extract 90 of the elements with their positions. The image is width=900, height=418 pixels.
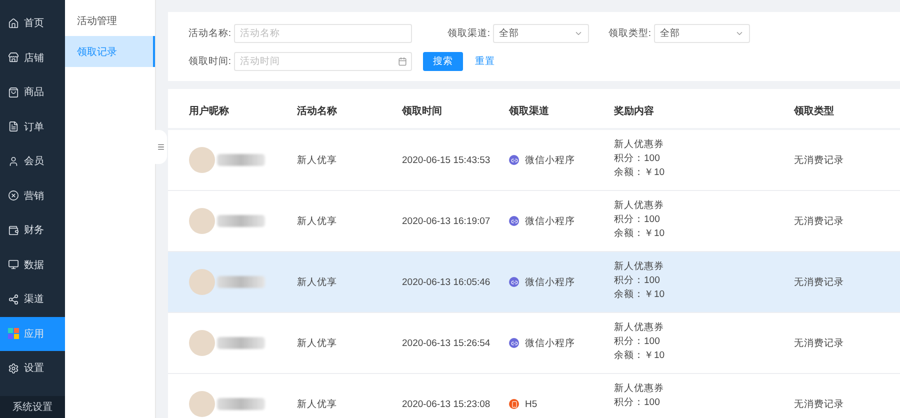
user-icon xyxy=(8,156,19,167)
blurred-name xyxy=(217,215,265,227)
reward-line: 余额：￥10 xyxy=(614,288,666,302)
type-cell-text: 无消费记录 xyxy=(794,336,845,350)
activity-cell-text: 新人优享 xyxy=(297,154,338,166)
channel-cell: 微信小程序 xyxy=(525,336,575,350)
avatar-placeholder xyxy=(189,147,215,173)
chevron-down-icon xyxy=(735,29,744,38)
type-cell-text: 无消费记录 xyxy=(794,276,845,288)
avatar-placeholder xyxy=(189,391,215,417)
channel-select[interactable]: 全部 xyxy=(493,24,589,43)
reward-line: 余额：￥10 xyxy=(614,349,666,363)
mini-program-icon xyxy=(509,277,519,287)
date-input[interactable]: 活动时间 xyxy=(234,52,412,71)
nav-item[interactable]: 设置 xyxy=(0,351,65,386)
nav-item[interactable]: 商品 xyxy=(0,75,65,110)
channel-cell: H5 xyxy=(525,398,538,410)
time-cell-text: 2020-06-13 16:05:46 xyxy=(402,276,492,288)
settings-icon xyxy=(8,362,19,374)
type-select[interactable]: 全部 xyxy=(654,24,750,43)
time-cell-text: 2020-06-13 16:19:07 xyxy=(402,216,492,226)
store-icon xyxy=(8,52,19,64)
mini-program-icon xyxy=(509,338,519,348)
time-cell-text: 2020-06-13 15:26:54 xyxy=(402,338,492,348)
blurred-name xyxy=(217,398,265,410)
column-header: 活动名称 xyxy=(297,104,338,118)
reward-line: 积分：100 xyxy=(614,274,661,288)
reward-line: 新人优惠券 xyxy=(614,382,665,396)
reward-line: 新人优惠券 xyxy=(614,138,665,152)
menu-icon xyxy=(157,143,165,151)
column-header: 奖励内容 xyxy=(614,104,655,118)
nav-item[interactable]: 订单 xyxy=(0,110,65,144)
avatar-placeholder xyxy=(189,269,215,295)
reward-line: 积分：100 xyxy=(614,213,661,227)
collapse-handle[interactable] xyxy=(155,130,167,164)
blurred-name xyxy=(217,154,265,166)
activity-cell-text: 新人优享 xyxy=(297,336,338,350)
circle-icon xyxy=(8,190,19,202)
blurred-name xyxy=(217,276,265,288)
reward-line: 新人优惠券 xyxy=(614,321,665,335)
column-header: 领取渠道 xyxy=(509,104,550,118)
reward-line: 新人优惠券 xyxy=(614,260,665,274)
nav-item[interactable]: 营销 xyxy=(0,178,65,213)
reward-line: 余额：￥10 xyxy=(614,227,666,241)
avatar-placeholder xyxy=(189,208,215,234)
nav-item[interactable]: 财务 xyxy=(0,213,65,248)
type-cell-text: 无消费记录 xyxy=(794,214,845,228)
field-label: 领取时间: xyxy=(187,55,231,68)
channel-cell: 微信小程序 xyxy=(525,154,575,166)
blurred-name xyxy=(217,337,265,349)
column-header: 领取类型 xyxy=(794,104,835,118)
channel-cell: 微信小程序 xyxy=(525,214,575,228)
field-label: 活动名称: xyxy=(187,27,231,40)
reward-line: 积分：100 xyxy=(614,335,661,349)
system-settings-link[interactable]: 系统设置 xyxy=(0,396,65,418)
activity-name-input[interactable]: 活动名称 xyxy=(234,24,412,43)
activity-cell-text: 新人优享 xyxy=(297,214,338,228)
apps-grid-icon xyxy=(8,328,19,340)
type-cell-text: 无消费记录 xyxy=(794,154,845,166)
reward-line: 积分：100 xyxy=(614,396,661,410)
reward-line: 余额：￥10 xyxy=(614,166,666,180)
type-cell-text: 无消费记录 xyxy=(794,398,845,410)
column-header: 领取时间 xyxy=(402,104,443,118)
nav-item[interactable]: 数据 xyxy=(0,248,65,282)
calendar-icon xyxy=(398,57,407,66)
reward-line: 积分：100 xyxy=(614,152,661,166)
time-cell-text: 2020-06-15 15:43:53 xyxy=(402,154,492,166)
time-cell-text: 2020-06-13 15:23:08 xyxy=(402,398,492,410)
monitor-icon xyxy=(8,259,19,270)
field-label: 领取渠道: xyxy=(446,27,490,40)
document-icon xyxy=(8,121,19,132)
phone-icon xyxy=(509,399,519,409)
bag-icon xyxy=(8,86,19,98)
chevron-down-icon xyxy=(574,29,583,38)
mini-program-icon xyxy=(509,155,519,165)
nav-item[interactable]: 店铺 xyxy=(0,40,65,75)
home-icon xyxy=(8,18,19,29)
nav-item[interactable]: 会员 xyxy=(0,144,65,178)
nav-item[interactable]: 首页 xyxy=(0,6,65,40)
reward-line: 新人优惠券 xyxy=(614,199,665,213)
share-icon xyxy=(8,294,19,305)
wallet-icon xyxy=(8,224,19,236)
mini-program-icon xyxy=(509,216,519,226)
channel-cell: 微信小程序 xyxy=(525,276,575,288)
field-label: 领取类型: xyxy=(607,27,651,40)
column-header: 用户昵称 xyxy=(189,104,230,118)
activity-cell-text: 新人优享 xyxy=(297,398,338,410)
nav-item[interactable]: 渠道 xyxy=(0,282,65,316)
activity-cell-text: 新人优享 xyxy=(297,276,338,288)
avatar-placeholder xyxy=(189,330,215,356)
